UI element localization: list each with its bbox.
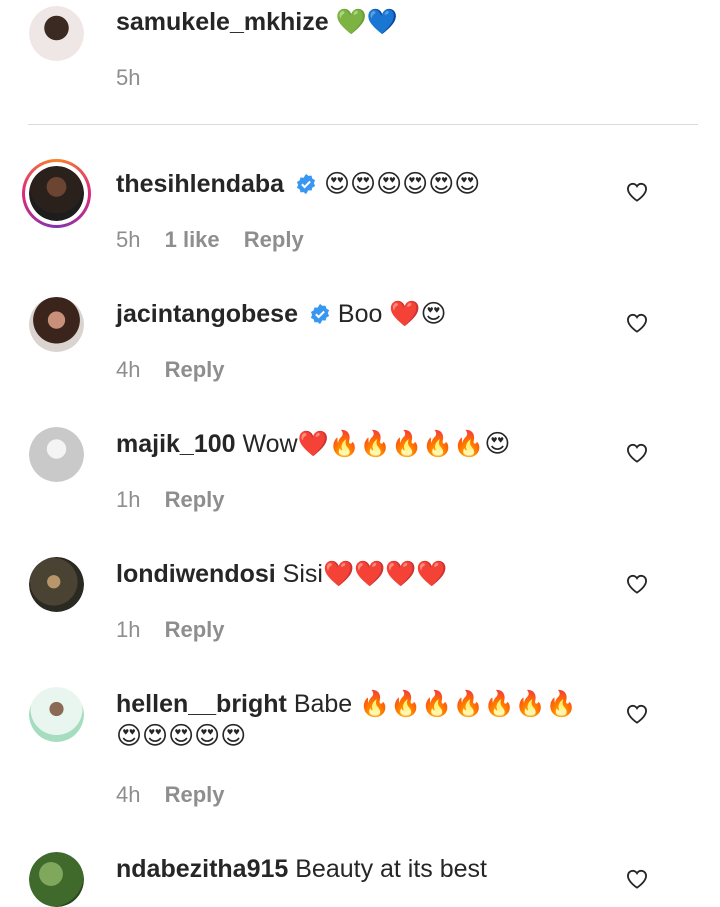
timestamp: 5h	[116, 65, 141, 90]
avatar-image	[29, 6, 84, 61]
username[interactable]: jacintangobese	[116, 300, 298, 328]
timestamp: 4h	[116, 782, 141, 807]
timestamp: 1h	[116, 487, 141, 512]
username[interactable]: samukele_mkhize	[116, 8, 329, 36]
avatar-image	[29, 852, 84, 907]
comment-meta: 4h Reply	[116, 356, 243, 384]
heart-outline-icon[interactable]	[626, 443, 648, 463]
avatar[interactable]	[29, 297, 84, 352]
avatar-image	[29, 297, 84, 352]
avatar[interactable]	[29, 557, 84, 612]
avatar-image	[29, 687, 84, 742]
username[interactable]: londiwendosi	[116, 560, 276, 588]
avatar[interactable]	[29, 427, 84, 482]
avatar[interactable]	[29, 6, 84, 61]
comment-line: londiwendosi Sisi❤️❤️❤️❤️	[116, 558, 596, 590]
timestamp: 1h	[116, 617, 141, 642]
avatar[interactable]	[29, 687, 84, 742]
comment-line: ndabezitha915 Beauty at its best	[116, 853, 596, 885]
reply-button[interactable]: Reply	[165, 617, 225, 642]
comment-line: hellen__bright Babe 🔥🔥🔥🔥🔥🔥🔥😍😍😍😍😍	[116, 688, 586, 752]
comment-body: 😍😍😍😍😍😍	[324, 170, 481, 198]
timestamp: 5h	[116, 227, 141, 252]
comment-meta: 1h Reply	[116, 486, 243, 514]
heart-outline-icon[interactable]	[626, 182, 648, 202]
comment-line: majik_100 Wow❤️🔥🔥🔥🔥🔥😍	[116, 428, 596, 460]
divider	[28, 124, 698, 125]
username[interactable]: ndabezitha915	[116, 855, 288, 883]
comment-body: Sisi❤️❤️❤️❤️	[282, 560, 448, 588]
username[interactable]: thesihlendaba	[116, 170, 284, 198]
comment-meta: 5h	[116, 64, 158, 92]
username[interactable]: majik_100	[116, 430, 236, 458]
timestamp: 4h	[116, 357, 141, 382]
comment-meta: 4h Reply	[116, 781, 243, 809]
comment-line: samukele_mkhize 💚💙	[116, 6, 596, 38]
avatar-image	[29, 557, 84, 612]
avatar-story-ring[interactable]	[22, 159, 91, 228]
verified-badge-icon	[296, 173, 316, 195]
reply-button[interactable]: Reply	[165, 782, 225, 807]
verified-badge-icon	[310, 303, 330, 325]
comment-body: 💚💙	[335, 8, 398, 36]
avatar-image	[29, 427, 84, 482]
comment-line: thesihlendaba 😍😍😍😍😍😍	[116, 168, 596, 200]
heart-outline-icon[interactable]	[626, 313, 648, 333]
comment-body: Wow❤️🔥🔥🔥🔥🔥😍	[242, 430, 511, 458]
username[interactable]: hellen__bright	[116, 690, 287, 718]
reply-button[interactable]: Reply	[165, 357, 225, 382]
comment-meta: 1h Reply	[116, 616, 243, 644]
comment-body: Beauty at its best	[295, 855, 488, 883]
avatar	[29, 166, 84, 221]
heart-outline-icon[interactable]	[626, 869, 648, 889]
reply-button[interactable]: Reply	[165, 487, 225, 512]
like-count[interactable]: 1 like	[165, 227, 220, 252]
avatar[interactable]	[29, 852, 84, 907]
heart-outline-icon[interactable]	[626, 704, 648, 724]
comment-line: jacintangobese Boo ❤️😍	[116, 298, 596, 330]
reply-button[interactable]: Reply	[244, 227, 304, 252]
comment-meta: 5h 1 like Reply	[116, 226, 322, 254]
comment-body: Boo ❤️😍	[337, 300, 447, 328]
heart-outline-icon[interactable]	[626, 574, 648, 594]
